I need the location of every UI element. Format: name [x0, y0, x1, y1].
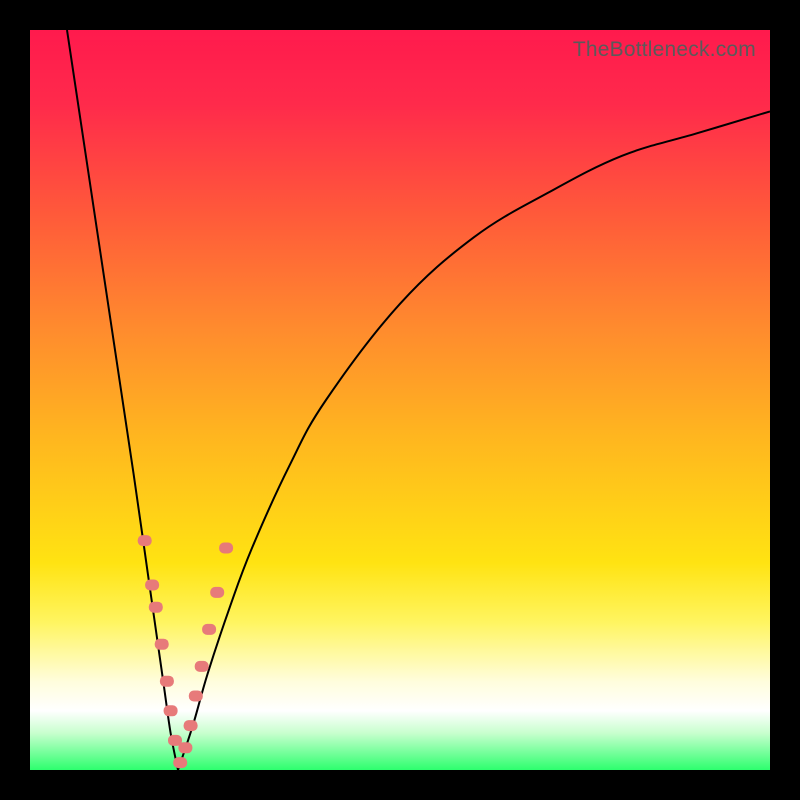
data-marker [138, 535, 152, 546]
curve-right [178, 111, 770, 770]
data-marker [219, 543, 233, 554]
data-marker [210, 587, 224, 598]
data-marker [178, 742, 192, 753]
bottleneck-curve-left [67, 30, 178, 770]
data-marker [149, 602, 163, 613]
chart-frame: TheBottleneck.com [30, 30, 770, 770]
chart-plot [30, 30, 770, 770]
bottleneck-curve-right [178, 111, 770, 770]
data-marker [173, 757, 187, 768]
data-marker [195, 661, 209, 672]
data-marker [189, 691, 203, 702]
data-marker [145, 580, 159, 591]
data-marker [202, 624, 216, 635]
data-marker [155, 639, 169, 650]
curve-left [67, 30, 178, 770]
data-marker [184, 720, 198, 731]
marker-group [138, 535, 233, 768]
data-marker [164, 705, 178, 716]
data-marker [160, 676, 174, 687]
